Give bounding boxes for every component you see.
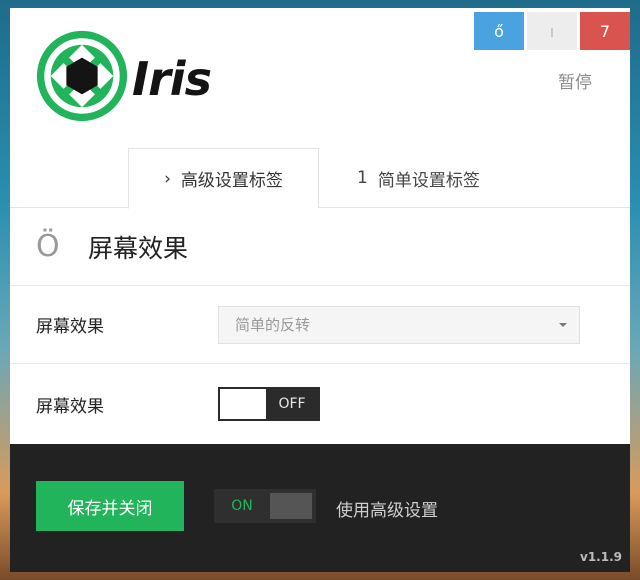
iris-window: Iris ő ı 7 暂停 › 高级设置标签 1 简单设置标签 Ö 屏幕效果 屏… (10, 8, 630, 572)
version-label: v1.1.9 (580, 550, 622, 564)
setting-label: 屏幕效果 (36, 396, 104, 417)
footer: 保存并关闭 ON 使用高级设置 v1.1.9 (10, 444, 630, 572)
pause-button[interactable]: 暂停 (558, 68, 592, 93)
setting-label: 屏幕效果 (36, 317, 104, 337)
tab-simple-settings[interactable]: 1 简单设置标签 (319, 148, 510, 208)
select-value: 简单的反转 (235, 316, 311, 334)
tab-label: 简单设置标签 (377, 170, 480, 191)
brand-name: Iris (132, 52, 212, 106)
maximize-button[interactable]: ı (527, 12, 577, 50)
tab-advanced-settings[interactable]: › 高级设置标签 (128, 148, 319, 209)
close-button[interactable]: 7 (580, 12, 630, 50)
setting-row: 屏幕效果 OFF (10, 364, 630, 444)
simple-settings-icon: 1 (357, 168, 368, 188)
minimize-button[interactable]: ő (474, 12, 524, 50)
caret-down-icon (559, 322, 567, 327)
section-header: Ö 屏幕效果 (10, 208, 630, 286)
screen-effect-select[interactable]: 简单的反转 (218, 305, 580, 344)
iris-logo-icon (36, 30, 128, 122)
advanced-settings-toggle[interactable]: ON (214, 489, 316, 523)
save-and-close-button[interactable]: 保存并关闭 (36, 481, 184, 531)
screen-effect-toggle[interactable]: OFF (218, 387, 320, 421)
advanced-settings-label: 使用高级设置 (336, 501, 438, 521)
tab-label: 高级设置标签 (180, 171, 283, 191)
header: Iris ő ı 7 暂停 (10, 8, 630, 148)
window-controls: ő ı 7 (474, 12, 630, 50)
toggle-knob (220, 389, 266, 419)
toggle-knob (270, 493, 312, 519)
chevron-right-icon: › (164, 168, 171, 189)
section-title: 屏幕效果 (88, 233, 189, 263)
toggle-state: OFF (278, 396, 306, 412)
tab-bar: › 高级设置标签 1 简单设置标签 (10, 148, 630, 209)
toggle-state: ON (231, 498, 253, 514)
setting-row: 屏幕效果 简单的反转 (10, 286, 630, 364)
screen-effect-icon: Ö (36, 229, 60, 264)
